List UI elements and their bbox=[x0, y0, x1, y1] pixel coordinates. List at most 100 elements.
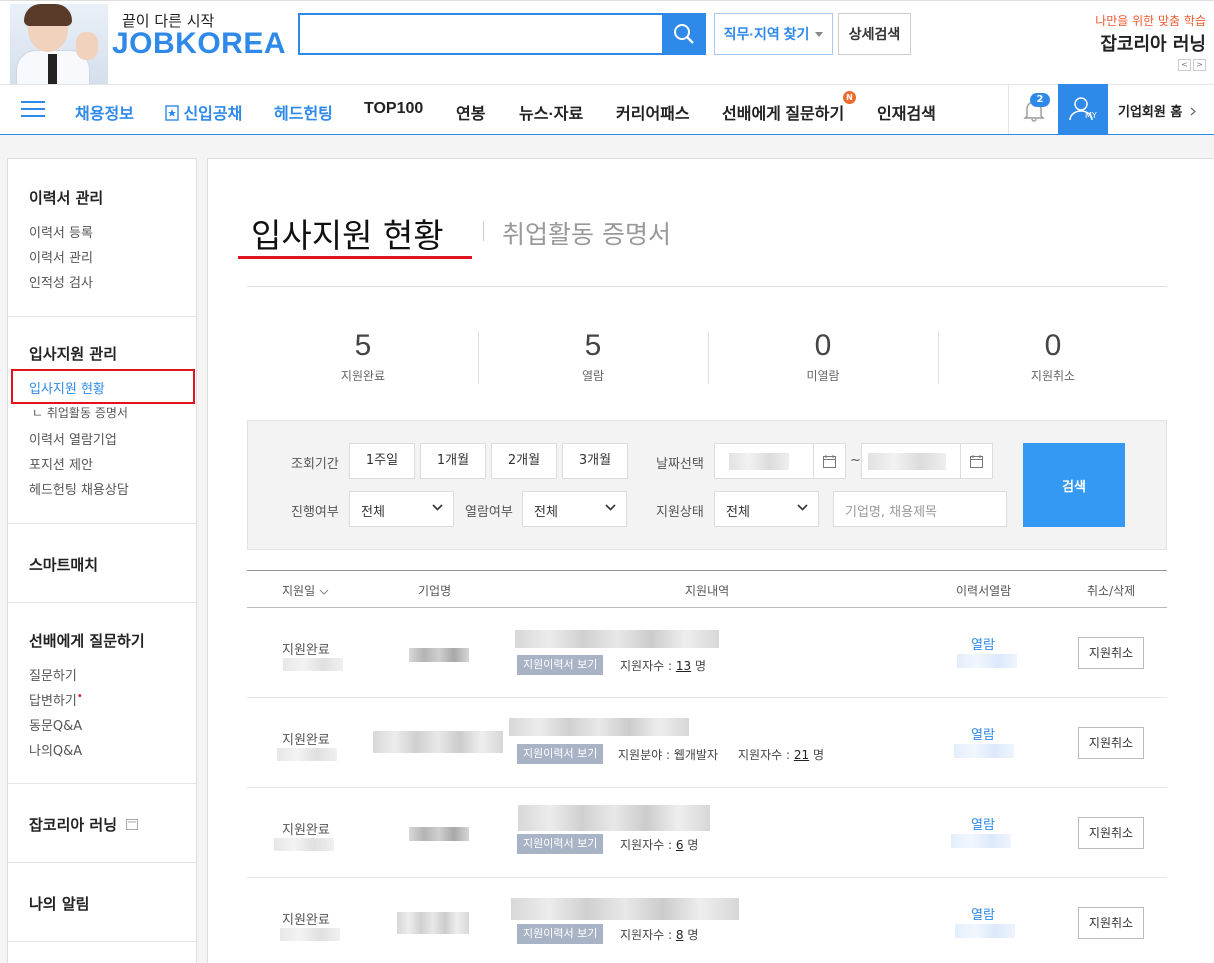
sidebar-heading-learning[interactable]: 잡코리아 러닝 bbox=[29, 814, 139, 835]
chevron-down-icon bbox=[432, 504, 443, 511]
redacted-company[interactable] bbox=[373, 731, 503, 753]
filter-search-button[interactable]: 검색 bbox=[1023, 443, 1125, 527]
tab-activity-certificate[interactable]: 취업활동 증명서 bbox=[502, 215, 671, 251]
redacted-date bbox=[274, 838, 334, 851]
resume-view-status: 열람 bbox=[971, 818, 995, 833]
notification-count-badge: 2 bbox=[1030, 93, 1050, 107]
redacted-job-title[interactable] bbox=[518, 805, 710, 831]
redacted-company[interactable] bbox=[409, 827, 469, 841]
stat-viewed[interactable]: 5 열람 bbox=[478, 329, 708, 384]
redacted-company[interactable] bbox=[409, 648, 469, 662]
progress-select[interactable]: 전체 bbox=[349, 491, 454, 527]
read-select[interactable]: 전체 bbox=[522, 491, 627, 527]
search-button[interactable] bbox=[662, 13, 706, 55]
main-content: 입사지원 현황 취업활동 증명서 5 지원완료 5 열람 0 미열람 0 지원취소 조회… bbox=[207, 158, 1214, 963]
stat-cancelled[interactable]: 0 지원취소 bbox=[938, 329, 1168, 384]
calendar-icon[interactable] bbox=[813, 444, 845, 478]
nav-item-new-grad[interactable]: 신입공채 bbox=[165, 100, 242, 124]
sidebar-item-resume-viewers[interactable]: 이력서 열람기업 bbox=[29, 429, 117, 448]
nav-item-salary[interactable]: 연봉 bbox=[456, 100, 485, 124]
stat-label: 지원취소 bbox=[1030, 369, 1076, 383]
stat-applied[interactable]: 5 지원완료 bbox=[248, 329, 478, 384]
view-resume-tag[interactable]: 지원이력서 보기 bbox=[517, 834, 604, 854]
redacted-company[interactable] bbox=[397, 912, 469, 934]
date-separator: ~ bbox=[850, 453, 861, 468]
redacted-view-date bbox=[955, 924, 1015, 938]
chevron-down-icon bbox=[605, 504, 616, 511]
redacted-job-title[interactable] bbox=[515, 630, 719, 648]
stat-unviewed[interactable]: 0 미열람 bbox=[708, 329, 938, 384]
nav-item-talent-search[interactable]: 인재검색 bbox=[877, 100, 936, 124]
corp-home-link[interactable]: 기업회원 홈 bbox=[1118, 101, 1196, 120]
divider bbox=[247, 286, 1167, 287]
nav-item-careerpath[interactable]: 커리어패스 bbox=[616, 100, 690, 124]
calendar-icon[interactable] bbox=[960, 444, 992, 478]
apply-field: 지원분야 : 웹개발자 bbox=[618, 748, 718, 762]
nav-item-headhunting[interactable]: 헤드헌팅 bbox=[274, 100, 333, 124]
notification-button[interactable] bbox=[1008, 85, 1058, 134]
status-select[interactable]: 전체 bbox=[714, 491, 819, 527]
sidebar-item-resume-manage[interactable]: 이력서 관리 bbox=[29, 247, 93, 266]
redacted-view-date bbox=[954, 744, 1014, 758]
new-badge: N bbox=[843, 91, 856, 104]
sidebar-item-my-qa[interactable]: 나의Q&A bbox=[29, 740, 82, 759]
cancel-application-button[interactable]: 지원취소 bbox=[1078, 817, 1144, 849]
applicant-count: 지원자수 : 8 명 bbox=[620, 926, 698, 943]
redacted-job-title[interactable] bbox=[509, 718, 689, 736]
promo-next-button[interactable]: > bbox=[1193, 59, 1206, 71]
jobkorea-logo[interactable]: JOBKOREA bbox=[112, 27, 286, 61]
nav-item-top100[interactable]: TOP100 bbox=[364, 100, 423, 118]
promo-prev-button[interactable]: < bbox=[1178, 59, 1191, 71]
sidebar-item-headhunting-consult[interactable]: 헤드헌팅 채용상담 bbox=[29, 479, 129, 498]
sidebar-item-ask[interactable]: 질문하기 bbox=[29, 665, 77, 684]
applicant-count-unit: 명 bbox=[812, 748, 825, 762]
sidebar-item-aptitude-test[interactable]: 인적성 검사 bbox=[29, 272, 93, 291]
sidebar-item-alumni-qa[interactable]: 동문Q&A bbox=[29, 715, 82, 734]
period-1week-button[interactable]: 1주일 bbox=[349, 443, 415, 479]
period-3month-button[interactable]: 3개월 bbox=[562, 443, 628, 479]
view-resume-tag[interactable]: 지원이력서 보기 bbox=[517, 924, 604, 944]
sidebar-heading-apply: 입사지원 관리 bbox=[29, 345, 118, 363]
end-date-field[interactable] bbox=[861, 443, 993, 479]
applicant-count: 지원자수 : 21 명 bbox=[738, 746, 824, 763]
sidebar-heading-smartmatch[interactable]: 스마트매치 bbox=[29, 554, 98, 575]
keyword-input[interactable]: 기업명, 채용제목 bbox=[833, 491, 1007, 527]
cancel-application-button[interactable]: 지원취소 bbox=[1078, 727, 1144, 759]
my-page-button[interactable]: MY bbox=[1058, 84, 1108, 134]
cancel-application-button[interactable]: 지원취소 bbox=[1078, 637, 1144, 669]
hamburger-menu-icon[interactable] bbox=[21, 101, 45, 119]
table-row: 지원완료 지원이력서 보기 지원자수 : 6 명 열람 지원취소 bbox=[247, 788, 1167, 878]
sidebar-item-position-offer[interactable]: 포지션 제안 bbox=[29, 454, 93, 473]
nav-item-jobs[interactable]: 채용정보 bbox=[75, 100, 134, 124]
promo-subtitle[interactable]: 나만을 위한 맞춤 학습 bbox=[1095, 12, 1206, 29]
progress-label: 진행여부 bbox=[291, 505, 339, 520]
column-apply-date[interactable]: 지원일 bbox=[282, 582, 329, 599]
period-2month-button[interactable]: 2개월 bbox=[491, 443, 557, 479]
corp-home-label: 기업회원 홈 bbox=[1118, 105, 1183, 120]
nav-item-news[interactable]: 뉴스·자료 bbox=[519, 100, 583, 124]
sidebar-section-apply: 입사지원 관리 입사지원 현황 ㄴ 취업활동 증명서 이력서 열람기업 포지션 … bbox=[8, 317, 196, 524]
sidebar-item-activity-certificate[interactable]: ㄴ 취업활동 증명서 bbox=[32, 404, 128, 421]
start-date-field[interactable] bbox=[714, 443, 846, 479]
title-underline bbox=[238, 256, 472, 259]
apply-status: 지원완료 bbox=[282, 913, 330, 928]
sidebar-heading-ask: 선배에게 질문하기 bbox=[29, 632, 145, 650]
chevron-right-icon bbox=[1190, 107, 1196, 116]
view-resume-tag[interactable]: 지원이력서 보기 bbox=[517, 655, 604, 675]
detail-search-button[interactable]: 상세검색 bbox=[838, 13, 911, 55]
cancel-application-button[interactable]: 지원취소 bbox=[1078, 907, 1144, 939]
nav-item-ask-senior[interactable]: 선배에게 질문하기 bbox=[722, 100, 844, 124]
sidebar-item-answer[interactable]: 답변하기• bbox=[29, 690, 83, 709]
period-1month-button[interactable]: 1개월 bbox=[420, 443, 486, 479]
sidebar-item-resume-register[interactable]: 이력서 등록 bbox=[29, 222, 93, 241]
redacted-job-title[interactable] bbox=[511, 898, 739, 920]
job-region-button[interactable]: 직무·지역 찾기 bbox=[714, 13, 833, 55]
view-resume-tag[interactable]: 지원이력서 보기 bbox=[517, 744, 604, 764]
filter-panel: 조회기간 1주일 1개월 2개월 3개월 날짜선택 ~ 진행여부 전체 열람여부… bbox=[247, 420, 1167, 550]
redacted-view-date bbox=[951, 834, 1011, 848]
promo-title[interactable]: 잡코리아 러닝 bbox=[1100, 30, 1206, 56]
column-company: 기업명 bbox=[418, 584, 452, 598]
sidebar-heading-alerts[interactable]: 나의 알림 bbox=[29, 893, 89, 914]
search-input[interactable] bbox=[298, 13, 664, 55]
period-label: 조회기간 bbox=[291, 457, 339, 472]
